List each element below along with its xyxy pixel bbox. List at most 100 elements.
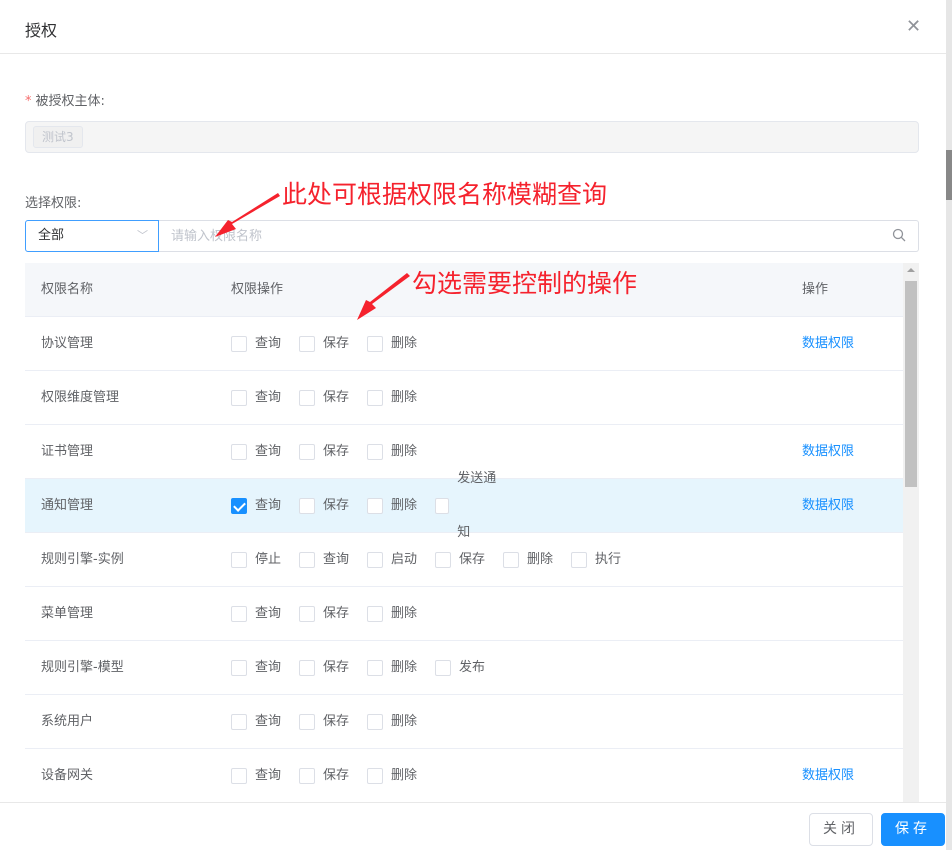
op-checkbox[interactable]: 保存 xyxy=(299,371,367,425)
permission-label: 选择权限: xyxy=(25,196,82,211)
op-checkbox[interactable]: 删除 xyxy=(367,695,435,749)
op-checkbox[interactable]: 删除 xyxy=(367,587,435,641)
checkbox[interactable] xyxy=(367,498,383,514)
op-label: 保存 xyxy=(323,390,350,405)
subject-label: * 被授权主体: xyxy=(25,90,105,109)
op-label: 保存 xyxy=(323,714,350,729)
checkbox[interactable] xyxy=(367,444,383,460)
page-scrollbar[interactable] xyxy=(946,0,952,850)
checkbox[interactable] xyxy=(231,552,247,568)
permission-name: 证书管理 xyxy=(41,444,94,459)
checkbox[interactable] xyxy=(367,336,383,352)
op-checkbox[interactable]: 查询 xyxy=(231,587,299,641)
checkbox[interactable] xyxy=(231,390,247,406)
checkbox[interactable] xyxy=(367,606,383,622)
checkbox[interactable] xyxy=(435,660,451,676)
data-permission-link[interactable]: 数据权限 xyxy=(802,317,854,371)
op-checkbox[interactable]: 发布 xyxy=(435,641,503,695)
checkbox[interactable] xyxy=(231,768,247,784)
chevron-down-icon: ﹀ xyxy=(137,229,148,242)
checkbox[interactable] xyxy=(367,660,383,676)
permission-name: 规则引擎-模型 xyxy=(41,660,124,675)
op-checkbox[interactable]: 查询 xyxy=(231,695,299,749)
checkbox[interactable] xyxy=(299,498,315,514)
op-checkbox[interactable]: 删除 xyxy=(367,749,435,803)
op-checkbox[interactable]: 删除 xyxy=(367,317,435,371)
op-label: 保存 xyxy=(323,606,350,621)
op-label: 删除 xyxy=(391,714,418,729)
op-checkbox[interactable]: 保存 xyxy=(299,479,367,533)
op-checkbox[interactable]: 保存 xyxy=(299,641,367,695)
scroll-up-icon[interactable] xyxy=(907,268,915,272)
permission-search[interactable] xyxy=(159,220,919,252)
close-button[interactable]: 关闭 xyxy=(809,813,873,846)
table-row: 通知管理 查询 保存 删除 发送通知 数据权限 xyxy=(25,471,903,540)
op-checkbox[interactable]: 保存 xyxy=(299,587,367,641)
op-label: 删除 xyxy=(391,768,418,783)
table-row: 权限维度管理 查询 保存 删除 xyxy=(25,371,903,425)
checkbox[interactable] xyxy=(231,660,247,676)
op-checkbox[interactable]: 删除 xyxy=(367,425,435,479)
checkbox[interactable] xyxy=(503,552,519,568)
op-checkbox[interactable]: 保存 xyxy=(299,695,367,749)
op-label: 查询 xyxy=(255,498,282,513)
op-checkbox[interactable]: 删除 xyxy=(503,533,571,587)
data-permission-link[interactable]: 数据权限 xyxy=(802,479,854,533)
subject-field: 测试3 xyxy=(25,121,919,153)
op-checkbox[interactable]: 查询 xyxy=(231,317,299,371)
checkbox[interactable] xyxy=(435,498,450,514)
checkbox[interactable] xyxy=(367,714,383,730)
op-checkbox[interactable]: 保存 xyxy=(435,533,503,587)
permission-search-input[interactable] xyxy=(159,221,859,251)
op-checkbox[interactable]: 发送通知 xyxy=(435,471,503,540)
op-checkbox[interactable]: 查询 xyxy=(299,533,367,587)
op-checkbox[interactable]: 保存 xyxy=(299,317,367,371)
data-permission-link[interactable]: 数据权限 xyxy=(802,425,854,479)
op-checkbox[interactable]: 删除 xyxy=(367,371,435,425)
close-icon[interactable]: ✕ xyxy=(906,16,921,37)
op-checkbox[interactable]: 查询 xyxy=(231,479,299,533)
checkbox[interactable] xyxy=(231,336,247,352)
permission-name: 系统用户 xyxy=(41,714,94,729)
checkbox[interactable] xyxy=(299,444,315,460)
checkbox[interactable] xyxy=(231,444,247,460)
checkbox[interactable] xyxy=(299,390,315,406)
op-checkbox[interactable]: 保存 xyxy=(299,749,367,803)
checkbox[interactable] xyxy=(231,498,247,514)
checkbox[interactable] xyxy=(367,552,383,568)
op-checkbox[interactable]: 删除 xyxy=(367,641,435,695)
table-scrollbar[interactable] xyxy=(903,263,919,803)
checkbox[interactable] xyxy=(435,552,451,568)
checkbox[interactable] xyxy=(367,390,383,406)
save-button[interactable]: 保存 xyxy=(881,813,945,846)
checkbox[interactable] xyxy=(299,606,315,622)
op-checkbox[interactable]: 查询 xyxy=(231,749,299,803)
checkbox[interactable] xyxy=(299,552,315,568)
checkbox[interactable] xyxy=(367,768,383,784)
op-label: 发布 xyxy=(459,660,486,675)
checkbox[interactable] xyxy=(299,714,315,730)
page-scroll-thumb[interactable] xyxy=(946,150,952,200)
checkbox[interactable] xyxy=(231,606,247,622)
op-checkbox[interactable]: 查询 xyxy=(231,641,299,695)
op-checkbox[interactable]: 停止 xyxy=(231,533,299,587)
header-action: 操作 xyxy=(802,282,829,297)
table-row: 菜单管理 查询 保存 删除 xyxy=(25,587,903,641)
checkbox[interactable] xyxy=(231,714,247,730)
op-label: 保存 xyxy=(459,552,486,567)
scroll-thumb[interactable] xyxy=(905,281,917,487)
data-permission-link[interactable]: 数据权限 xyxy=(802,749,854,803)
op-checkbox[interactable]: 删除 xyxy=(367,479,435,533)
op-checkbox[interactable]: 启动 xyxy=(367,533,435,587)
checkbox[interactable] xyxy=(571,552,587,568)
op-checkbox[interactable]: 查询 xyxy=(231,425,299,479)
checkbox[interactable] xyxy=(299,336,315,352)
op-label: 查询 xyxy=(255,444,282,459)
permission-type-select[interactable]: 全部 ﹀ xyxy=(25,220,159,252)
checkbox[interactable] xyxy=(299,660,315,676)
op-checkbox[interactable]: 保存 xyxy=(299,425,367,479)
op-checkbox[interactable]: 查询 xyxy=(231,371,299,425)
op-checkbox[interactable]: 执行 xyxy=(571,533,639,587)
checkbox[interactable] xyxy=(299,768,315,784)
search-icon[interactable] xyxy=(892,228,906,242)
